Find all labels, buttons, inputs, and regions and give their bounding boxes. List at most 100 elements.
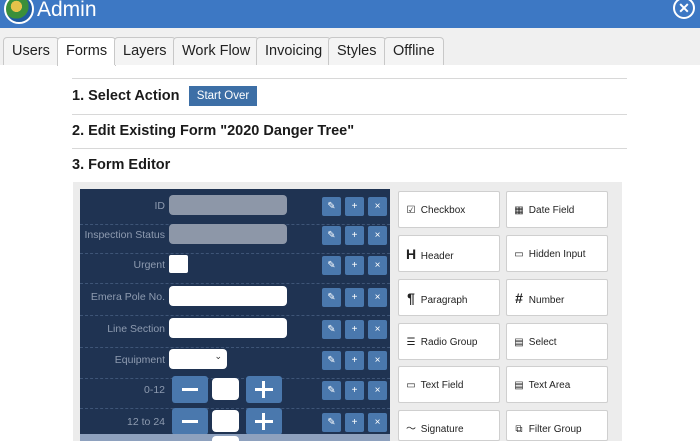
widget-radio-group[interactable]: ☰ Radio Group (398, 323, 500, 360)
pencil-icon[interactable]: ✎ (322, 197, 341, 216)
widget-number[interactable]: # Number (506, 279, 608, 316)
x-icon[interactable]: × (368, 288, 387, 307)
number-icon: # (515, 290, 523, 306)
widget-checkbox[interactable]: ☑ Checkbox (398, 191, 500, 228)
x-icon[interactable]: × (368, 256, 387, 275)
pencil-icon[interactable]: ✎ (322, 320, 341, 339)
widget-paragraph[interactable]: ¶ Paragraph (398, 279, 500, 316)
x-icon[interactable]: × (368, 197, 387, 216)
widget-label: Select (528, 337, 557, 348)
widget-signature[interactable]: 〜 Signature (398, 410, 500, 441)
field-label: Emera Pole No. (90, 291, 165, 303)
widget-select[interactable]: ▤ Select (506, 323, 608, 360)
tab-forms[interactable]: Forms (57, 37, 117, 66)
number-input[interactable] (212, 378, 239, 400)
calendar-icon: ▦ (514, 205, 524, 216)
signature-icon: 〜 (406, 424, 416, 435)
widget-label: Filter Group (528, 424, 582, 435)
pencil-icon[interactable]: ✎ (322, 381, 341, 400)
urgent-checkbox[interactable] (169, 255, 188, 273)
pencil-icon[interactable]: ✎ (322, 226, 341, 245)
pencil-icon[interactable]: ✎ (322, 256, 341, 275)
x-icon[interactable]: × (368, 381, 387, 400)
x-icon[interactable]: × (368, 413, 387, 432)
text-field-icon: ▭ (406, 380, 416, 391)
form-row-0-12[interactable]: 0-12 ✎ + × (80, 373, 390, 409)
tab-invoicing[interactable]: Invoicing (256, 37, 332, 65)
widget-hidden-input[interactable]: ▭ Hidden Input (506, 235, 608, 272)
plus-icon[interactable]: + (345, 197, 364, 216)
pencil-icon[interactable]: ✎ (322, 351, 341, 370)
decrement-button[interactable] (172, 376, 208, 403)
equipment-select[interactable]: ⌄ (169, 349, 227, 369)
plus-icon[interactable]: + (345, 256, 364, 275)
field-label: 0-12 (143, 384, 165, 396)
title-bar: Admin ✕ (0, 0, 700, 28)
form-row-urgent[interactable]: Urgent ✎ + × (80, 248, 390, 284)
tab-styles[interactable]: Styles (328, 37, 386, 65)
start-over-button[interactable]: Start Over (189, 86, 257, 106)
chevron-down-icon: ⌄ (214, 351, 222, 361)
step-edit-form: 2. Edit Existing Form "2020 Danger Tree" (72, 123, 355, 139)
form-row-emera-pole-no[interactable]: Emera Pole No. ✎ + × (80, 280, 390, 316)
plus-icon[interactable]: + (345, 413, 364, 432)
x-icon[interactable]: × (368, 320, 387, 339)
widget-text-area[interactable]: ▤ Text Area (506, 366, 608, 403)
divider (72, 148, 627, 149)
plus-icon[interactable]: + (345, 226, 364, 245)
widget-label: Radio Group (420, 337, 478, 348)
plus-icon[interactable]: + (345, 320, 364, 339)
plus-icon[interactable]: + (345, 351, 364, 370)
decrement-button[interactable] (172, 408, 208, 435)
form-row-partial (80, 434, 390, 441)
x-icon[interactable]: × (368, 351, 387, 370)
tab-offline[interactable]: Offline (384, 37, 444, 65)
tab-users[interactable]: Users (3, 37, 59, 65)
widget-date-field[interactable]: ▦ Date Field (506, 191, 608, 228)
plus-icon[interactable]: + (345, 381, 364, 400)
number-input (212, 436, 239, 441)
widget-label: Header (420, 251, 454, 262)
widget-label: Number (528, 295, 565, 306)
field-label: Urgent (133, 259, 165, 271)
widget-text-field[interactable]: ▭ Text Field (398, 366, 500, 403)
increment-button[interactable] (246, 408, 282, 435)
x-icon[interactable]: × (368, 226, 387, 245)
widget-label: Checkbox (420, 205, 466, 216)
plus-icon[interactable]: + (345, 288, 364, 307)
field-label: ID (154, 200, 166, 212)
text-area-icon: ▤ (514, 380, 524, 391)
widget-filter-group[interactable]: ⧉ Filter Group (506, 410, 608, 441)
increment-button[interactable] (246, 376, 282, 403)
form-preview-panel: ID ✎ + × Inspection Status ✎ + × Urgent … (80, 189, 390, 441)
field-label: Inspection Status (84, 229, 165, 241)
step-select-action: 1. Select Action (72, 88, 180, 104)
widget-label: Date Field (528, 205, 575, 216)
filter-group-icon: ⧉ (515, 424, 523, 435)
app-logo (4, 0, 34, 24)
widget-label: Text Field (420, 380, 464, 391)
close-icon[interactable]: ✕ (673, 0, 695, 19)
pencil-icon[interactable]: ✎ (322, 288, 341, 307)
hidden-input-icon: ▭ (514, 249, 524, 260)
header-icon: H (405, 246, 417, 262)
widget-label: Hidden Input (528, 249, 586, 260)
number-input[interactable] (212, 410, 239, 432)
pencil-icon[interactable]: ✎ (322, 413, 341, 432)
field-label: 12 to 24 (127, 416, 165, 428)
tab-layers[interactable]: Layers (114, 37, 176, 65)
widget-header[interactable]: H Header (398, 235, 500, 272)
tab-bar: Users Forms Layers Work Flow Invoicing S… (0, 28, 700, 66)
line-section-input[interactable] (169, 318, 287, 338)
divider (72, 78, 627, 79)
tab-work-flow[interactable]: Work Flow (173, 37, 260, 65)
radio-list-icon: ☰ (406, 337, 416, 348)
app-title: Admin (37, 0, 97, 21)
step-form-editor: 3. Form Editor (72, 157, 171, 173)
divider (72, 114, 627, 115)
emera-pole-no-input[interactable] (169, 286, 287, 306)
field-label: Line Section (107, 323, 165, 335)
widget-label: Signature (420, 424, 464, 435)
field-label: Equipment (114, 354, 165, 366)
select-icon: ▤ (514, 337, 524, 348)
